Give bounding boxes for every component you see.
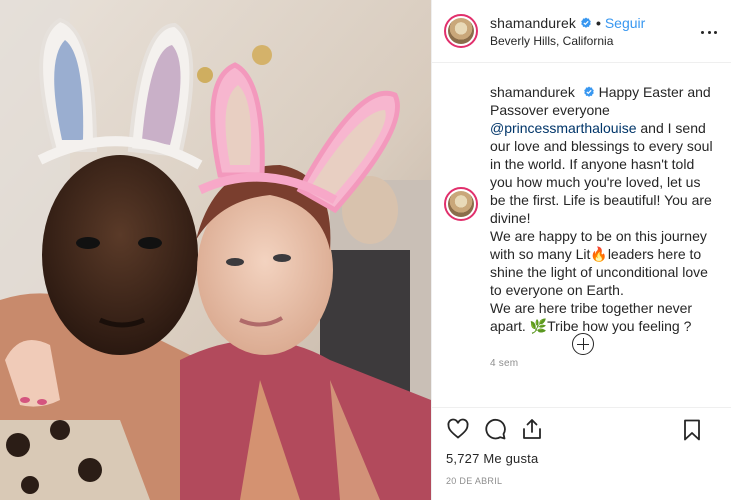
- verified-badge-icon: [583, 86, 594, 97]
- caption-paragraph: We are here tribe together never apart. …: [490, 299, 717, 335]
- caption-text-part4b: Tribe how you feeling ?: [547, 318, 692, 334]
- comment-icon[interactable]: [483, 417, 507, 441]
- more-options-icon[interactable]: [701, 24, 717, 40]
- instagram-post: shamandurek • Seguir Beverly Hills, Cali…: [0, 0, 731, 500]
- verified-badge-icon: [581, 17, 591, 28]
- more-dot: [714, 30, 717, 34]
- post-actions: [432, 407, 731, 450]
- follow-button[interactable]: Seguir: [605, 14, 645, 32]
- author-username[interactable]: shamandurek: [490, 14, 576, 32]
- bookmark-icon[interactable]: [680, 418, 704, 442]
- caption-paragraph: We are happy to be on this journey with …: [490, 227, 717, 299]
- avatar-image: [448, 18, 474, 44]
- post-location[interactable]: Beverly Hills, California: [490, 33, 645, 49]
- caption-username[interactable]: shamandurek: [490, 84, 575, 100]
- plus-circle-icon[interactable]: [572, 333, 594, 355]
- leaf-emoji: 🌿: [529, 318, 548, 334]
- post-photo[interactable]: [0, 0, 431, 500]
- post-date[interactable]: 20 DE ABRIL: [432, 470, 731, 486]
- post-side-panel: shamandurek • Seguir Beverly Hills, Cali…: [431, 0, 731, 500]
- caption-time[interactable]: 4 sem: [490, 355, 717, 373]
- more-dot: [707, 30, 711, 34]
- author-avatar[interactable]: [444, 14, 478, 48]
- caption: shamandurek Happy Easter and Passover ev…: [444, 83, 717, 373]
- bottom-spacer: [432, 486, 731, 500]
- author-info: shamandurek • Seguir Beverly Hills, Cali…: [490, 14, 645, 49]
- caption-text: shamandurek Happy Easter and Passover ev…: [490, 83, 717, 373]
- likes-count[interactable]: 5,727 Me gusta: [432, 450, 731, 470]
- more-dot: [701, 30, 704, 34]
- separator-dot: •: [595, 14, 601, 31]
- post-header: shamandurek • Seguir Beverly Hills, Cali…: [432, 0, 731, 63]
- comments-section: shamandurek Happy Easter and Passover ev…: [432, 63, 731, 407]
- share-icon[interactable]: [520, 417, 544, 441]
- caption-mention[interactable]: @princessmarthalouise: [490, 120, 637, 136]
- author-row: shamandurek • Seguir: [490, 14, 645, 32]
- fire-emoji: 🔥: [590, 246, 608, 262]
- avatar-image: [448, 191, 474, 217]
- heart-icon[interactable]: [446, 417, 470, 441]
- post-photo-image: [0, 0, 431, 500]
- caption-paragraph: shamandurek Happy Easter and Passover ev…: [490, 83, 717, 227]
- caption-author-avatar[interactable]: [444, 187, 478, 221]
